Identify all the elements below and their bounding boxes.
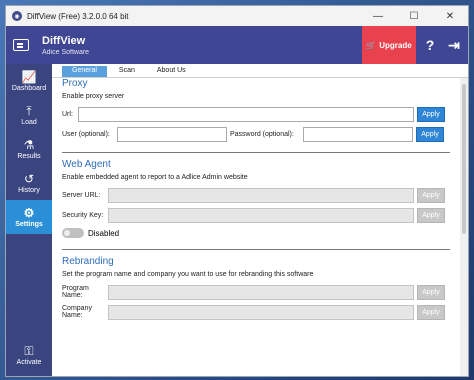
web-agent-toggle[interactable] <box>62 228 84 238</box>
company-name: Adice Software <box>42 48 90 56</box>
proxy-password-input[interactable] <box>303 126 413 142</box>
sidebar-item-label: Activate <box>16 358 42 366</box>
web-agent-description[interactable]: Enable embedded agent to report to a Adl… <box>62 174 450 181</box>
proxy-description[interactable]: Enable proxy server <box>62 93 450 100</box>
window-title: DiffView (Free) 3.2.0.0 64 bit <box>27 11 129 21</box>
company-name-label: Company Name: <box>62 305 92 319</box>
sidebar-item-label: Load <box>21 118 37 126</box>
company-name-input[interactable] <box>108 304 414 320</box>
proxy-credentials-apply-button[interactable]: Apply <box>416 126 444 142</box>
close-button[interactable]: ✕ <box>432 6 468 26</box>
section-divider <box>62 249 450 250</box>
flask-icon: ⚗ <box>23 137 35 152</box>
proxy-url-apply-button[interactable]: Apply <box>417 106 445 122</box>
vertical-scrollbar[interactable] <box>460 78 468 376</box>
settings-content: General Scan About Us Proxy Enable proxy… <box>52 64 468 376</box>
history-icon: ↺ <box>23 171 35 186</box>
tab-about-us[interactable]: About Us <box>147 66 196 77</box>
program-name-apply-button[interactable]: Apply <box>417 284 445 300</box>
web-agent-section-title: Web Agent <box>62 159 111 170</box>
app-name: DiffView <box>42 34 86 47</box>
url-label: Url: <box>62 110 73 118</box>
chart-icon: 📈 <box>21 69 37 84</box>
sidebar-item-history[interactable]: ↺ History <box>6 166 52 200</box>
minimize-button[interactable]: — <box>360 6 396 26</box>
gear-icon: ⚙ <box>23 205 35 220</box>
watermark: SOFTPEDIA <box>384 358 462 372</box>
tab-general[interactable]: General <box>62 66 107 77</box>
tab-bar: General Scan About Us <box>52 64 468 78</box>
sidebar-item-settings[interactable]: ⚙ Settings <box>6 200 52 234</box>
security-key-input[interactable] <box>108 207 414 223</box>
upgrade-label: Upgrade <box>379 40 412 50</box>
help-icon[interactable]: ? <box>418 26 442 64</box>
rebranding-section-title: Rebranding <box>62 256 114 267</box>
app-icon: ◉ <box>12 11 22 21</box>
rebranding-description: Set the program name and company you wan… <box>62 271 314 278</box>
app-window: ◉ DiffView (Free) 3.2.0.0 64 bit — ☐ ✕ D… <box>5 5 469 377</box>
server-url-input[interactable] <box>108 187 414 203</box>
sidebar-item-load[interactable]: ⤒ Load <box>6 98 52 132</box>
upgrade-button[interactable]: 🛒 Upgrade <box>362 26 416 64</box>
key-icon: ⚿ <box>24 343 34 358</box>
proxy-section-title: Proxy <box>62 78 88 89</box>
program-name-input[interactable] <box>108 284 414 300</box>
app-header: DiffView Adice Software 🛒 Upgrade ? ⇥ <box>6 26 468 64</box>
sidebar-item-label: Dashboard <box>11 84 47 92</box>
sidebar-item-label: Results <box>17 152 41 160</box>
company-name-apply-button[interactable]: Apply <box>417 304 445 320</box>
proxy-user-input[interactable] <box>117 126 227 142</box>
security-key-label: Security Key: <box>62 211 104 219</box>
sidebar-item-label: Settings <box>15 220 43 228</box>
server-url-apply-button[interactable]: Apply <box>417 187 445 203</box>
server-url-label: Server URL: <box>62 191 101 199</box>
scrollbar-thumb[interactable] <box>462 84 466 234</box>
user-label: User (optional): <box>62 130 110 138</box>
program-name-label: Program Name: <box>62 285 89 299</box>
sidebar-item-label: History <box>18 186 40 194</box>
proxy-url-input[interactable] <box>78 106 414 122</box>
sidebar-item-activate[interactable]: ⚿ Activate <box>6 338 52 372</box>
password-label: Password (optional): <box>230 130 294 138</box>
section-divider <box>62 152 450 153</box>
toggle-status-label: Disabled <box>88 228 120 238</box>
security-key-apply-button[interactable]: Apply <box>417 207 445 223</box>
tab-scan[interactable]: Scan <box>109 66 145 77</box>
sidebar-item-dashboard[interactable]: 📈 Dashboard <box>6 64 52 98</box>
cart-icon: 🛒 <box>366 40 377 50</box>
logo-icon <box>6 26 36 64</box>
exit-icon[interactable]: ⇥ <box>442 26 466 64</box>
maximize-button[interactable]: ☐ <box>396 6 432 26</box>
sidebar-item-results[interactable]: ⚗ Results <box>6 132 52 166</box>
title-bar: ◉ DiffView (Free) 3.2.0.0 64 bit — ☐ ✕ <box>6 6 468 26</box>
settings-scroll-area: Proxy Enable proxy server Url: Apply Use… <box>52 78 460 376</box>
upload-icon: ⤒ <box>26 103 32 118</box>
sidebar: 📈 Dashboard ⤒ Load ⚗ Results ↺ History ⚙… <box>6 64 52 376</box>
